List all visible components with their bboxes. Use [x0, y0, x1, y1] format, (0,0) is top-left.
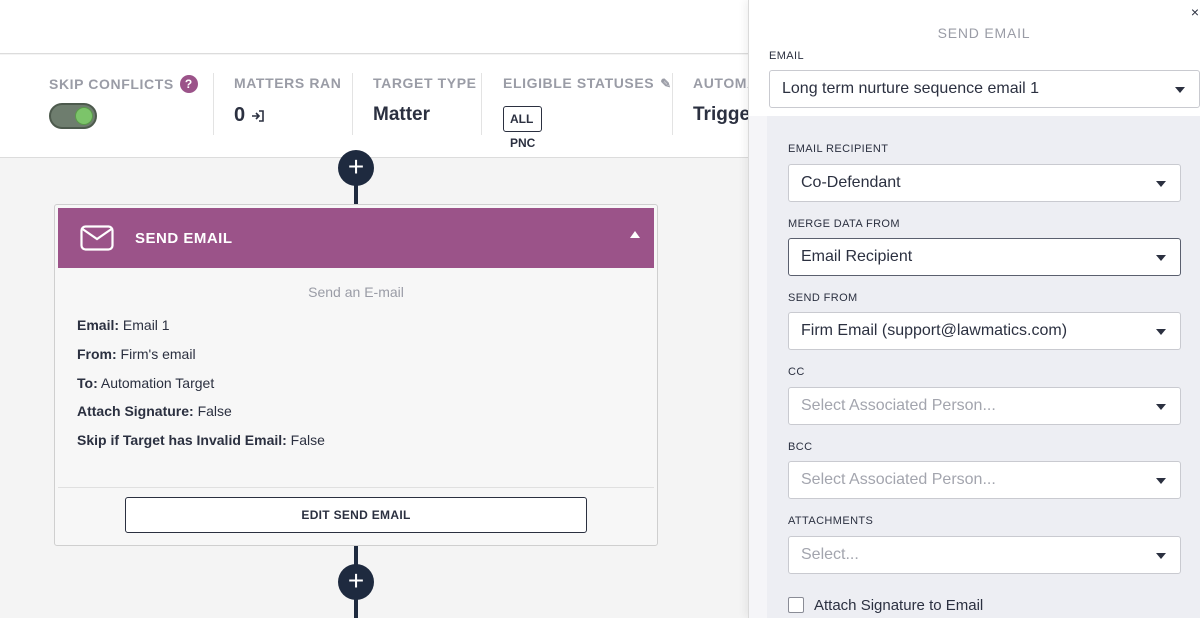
- cc-select[interactable]: Select Associated Person...: [788, 387, 1181, 425]
- merge-label: MERGE DATA FROM: [788, 218, 900, 230]
- target-type-value: Matter: [373, 104, 431, 125]
- chevron-down-icon: [1156, 329, 1166, 335]
- panel-title: SEND EMAIL: [937, 25, 1031, 41]
- merge-data-value: Email Recipient: [801, 248, 913, 265]
- panel-form-section: EMAIL RECIPIENT Co-Defendant MERGE DATA …: [767, 116, 1200, 618]
- email-template-value: Long term nurture sequence email 1: [782, 80, 1040, 97]
- chevron-up-icon[interactable]: [630, 231, 640, 238]
- stat-divider: [481, 73, 482, 135]
- close-icon[interactable]: ×: [1191, 4, 1199, 20]
- target-type-label: TARGET TYPE: [373, 75, 477, 91]
- chevron-down-icon: [1156, 553, 1166, 559]
- divider: [58, 487, 654, 488]
- stat-divider: [352, 73, 353, 135]
- attachments-label: ATTACHMENTS: [788, 515, 874, 527]
- help-icon[interactable]: ?: [179, 75, 198, 93]
- eligible-statuses-label: ELIGIBLE STATUSES: [503, 75, 655, 91]
- automation-value: Trigge: [693, 104, 751, 125]
- detail-email: Email: Email 1: [77, 317, 170, 333]
- email-recipient-select[interactable]: Co-Defendant: [788, 164, 1181, 202]
- status-pill[interactable]: ALL PNC: [503, 106, 543, 150]
- skip-conflicts-toggle[interactable]: [49, 103, 97, 129]
- send-from-label: SEND FROM: [788, 292, 858, 304]
- send-email-step-card: SEND EMAIL Send an E-mail Email: Email 1…: [54, 204, 658, 546]
- panel-header: SEND EMAIL × EMAIL Long term nurture seq…: [749, 0, 1200, 116]
- chevron-down-icon: [1156, 404, 1166, 410]
- detail-from: From: Firm's email: [77, 346, 196, 362]
- toggle-knob: [75, 107, 93, 125]
- matters-ran-value: 0: [234, 104, 246, 126]
- card-subtitle: Send an E-mail: [308, 284, 404, 300]
- attach-signature-checkbox[interactable]: [788, 597, 804, 613]
- bcc-select[interactable]: Select Associated Person...: [788, 461, 1181, 499]
- card-header[interactable]: SEND EMAIL: [58, 208, 654, 268]
- merge-data-select[interactable]: Email Recipient: [788, 238, 1181, 276]
- send-from-select[interactable]: Firm Email (support@lawmatics.com): [788, 312, 1181, 350]
- pencil-icon[interactable]: ✎: [660, 76, 672, 92]
- attachments-select[interactable]: Select...: [788, 536, 1181, 574]
- send-email-settings-panel: SEND EMAIL × EMAIL Long term nurture seq…: [748, 0, 1200, 618]
- skip-conflicts-label: SKIP CONFLICTS: [49, 76, 174, 92]
- detail-skip-invalid-email: Skip if Target has Invalid Email: False: [77, 432, 325, 448]
- chevron-down-icon: [1156, 255, 1166, 261]
- bcc-label: BCC: [788, 441, 813, 453]
- stat-divider: [213, 73, 214, 135]
- add-step-button[interactable]: +: [338, 150, 374, 186]
- chevron-down-icon: [1156, 181, 1166, 187]
- cc-placeholder: Select Associated Person...: [801, 397, 996, 414]
- envelope-icon: [80, 225, 114, 251]
- chevron-down-icon: [1175, 87, 1185, 93]
- chevron-down-icon: [1156, 478, 1166, 484]
- top-header: [0, 0, 760, 54]
- email-template-select[interactable]: Long term nurture sequence email 1: [769, 70, 1200, 108]
- detail-to: To: Automation Target: [77, 375, 215, 391]
- automation-stats-bar: SKIP CONFLICTS? MATTERS RAN 0 TARGET TYP…: [0, 55, 760, 158]
- attachments-placeholder: Select...: [801, 546, 859, 563]
- cc-label: CC: [788, 366, 805, 378]
- detail-attach-signature: Attach Signature: False: [77, 403, 232, 419]
- bcc-placeholder: Select Associated Person...: [801, 471, 996, 488]
- edit-send-email-button[interactable]: EDIT SEND EMAIL: [125, 497, 587, 533]
- card-title: SEND EMAIL: [135, 230, 233, 247]
- attach-signature-label[interactable]: Attach Signature to Email: [814, 597, 983, 614]
- send-from-value: Firm Email (support@lawmatics.com): [801, 322, 1068, 339]
- add-step-button[interactable]: +: [338, 564, 374, 600]
- email-recipient-value: Co-Defendant: [801, 174, 901, 191]
- enter-icon[interactable]: [251, 109, 265, 123]
- matters-ran-label: MATTERS RAN: [234, 75, 342, 91]
- stat-divider: [672, 73, 673, 135]
- recipient-label: EMAIL RECIPIENT: [788, 143, 889, 155]
- email-field-label: EMAIL: [769, 50, 805, 62]
